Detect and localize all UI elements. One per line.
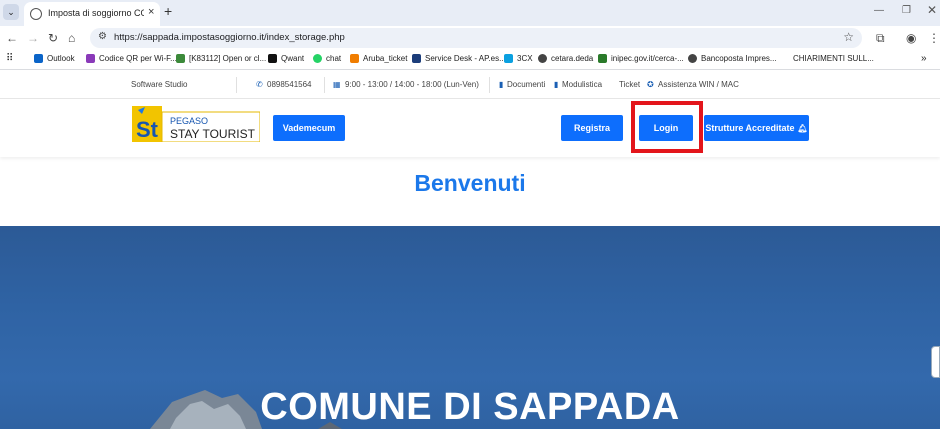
menu-icon[interactable]: ⋮ xyxy=(928,31,940,45)
bookmark-k83112[interactable]: [K83112] Open or cl... xyxy=(176,54,266,63)
bookmark-aruba[interactable]: Aruba_ticket xyxy=(350,54,407,63)
extensions-icon[interactable]: ⧉ xyxy=(876,31,885,46)
link-assistenza[interactable]: Assistenza WIN / MAC xyxy=(658,80,739,89)
browser-toolbar: ← → ↻ ⌂ ⚙ https://sappada.impostasoggior… xyxy=(0,26,940,50)
phone-icon: ✆ xyxy=(256,80,263,89)
aruba-icon xyxy=(350,54,359,63)
browser-tab[interactable]: Imposta di soggiorno COMUNE × xyxy=(24,2,160,26)
address-bar[interactable]: ⚙ https://sappada.impostasoggiorno.it/in… xyxy=(90,28,862,48)
reload-icon[interactable]: ↻ xyxy=(48,31,58,45)
bookmark-chat[interactable]: chat xyxy=(313,54,341,63)
document-icon: ▮ xyxy=(554,80,559,89)
calendar-icon: ▦ xyxy=(333,80,341,89)
company-name: Software Studio xyxy=(131,80,188,89)
svg-text:St: St xyxy=(136,117,159,142)
bookmark-bancoposta[interactable]: Bancoposta Impres... xyxy=(688,54,777,63)
bookmark-inipec[interactable]: inipec.gov.it/cerca-... xyxy=(598,54,684,63)
registra-button[interactable]: Registra xyxy=(561,115,623,141)
whatsapp-icon xyxy=(313,54,322,63)
outlook-icon xyxy=(34,54,43,63)
link-modulistica[interactable]: Modulistica xyxy=(562,80,602,89)
link-documenti[interactable]: Documenti xyxy=(507,80,545,89)
document-icon: ▮ xyxy=(499,80,504,89)
browser-tabstrip: ⌄ Imposta di soggiorno COMUNE × + — ❐ ✕ xyxy=(0,0,940,26)
qwant-icon xyxy=(268,54,277,63)
more-bookmarks-icon[interactable]: » xyxy=(921,53,927,64)
restore-icon[interactable]: ❐ xyxy=(902,5,911,16)
strutture-accreditate-button[interactable]: Strutture Accreditate 🔔︎ xyxy=(704,115,809,141)
bookmark-qwant[interactable]: Qwant xyxy=(268,54,304,63)
service-desk-icon xyxy=(412,54,421,63)
minimize-icon[interactable]: — xyxy=(874,5,884,16)
ticket-icon xyxy=(176,54,185,63)
accessibility-widget-icon[interactable] xyxy=(931,346,940,378)
url-text[interactable]: https://sappada.impostasoggiorno.it/inde… xyxy=(114,32,345,43)
globe-icon xyxy=(688,54,697,63)
home-icon[interactable]: ⌂ xyxy=(68,31,75,45)
tab-search-chevron-icon[interactable]: ⌄ xyxy=(3,4,19,20)
welcome-heading: Benvenuti xyxy=(414,170,526,196)
phone-number[interactable]: 0898541564 xyxy=(267,80,312,89)
vademecum-button[interactable]: Vademecum xyxy=(273,115,345,141)
bookmark-outlook[interactable]: Outlook xyxy=(34,54,75,63)
bookmark-qr[interactable]: Codice QR per Wi-F... xyxy=(86,54,177,63)
bookmark-service-desk[interactable]: Service Desk - AP.es... xyxy=(412,54,506,63)
support-icon: ✪ xyxy=(647,80,654,89)
back-icon[interactable]: ← xyxy=(6,31,18,45)
svg-text:PEGASO: PEGASO xyxy=(170,116,208,126)
svg-text:STAY TOURIST: STAY TOURIST xyxy=(170,127,256,141)
site-header: St PEGASO STAY TOURIST Vademecum Registr… xyxy=(0,99,940,157)
close-window-icon[interactable]: ✕ xyxy=(927,3,937,17)
login-highlight-box xyxy=(631,101,703,153)
bookmark-chiarimenti[interactable]: CHIARIMENTI SULL... xyxy=(793,54,874,63)
hero-title: COMUNE DI SAPPADA xyxy=(260,386,680,428)
inipec-icon xyxy=(598,54,607,63)
strutture-label: Strutture Accreditate xyxy=(705,123,795,133)
site-topbar: Software Studio ✆ 0898541564 ▦ 9:00 - 13… xyxy=(0,71,940,99)
apps-grid-icon[interactable]: ⠿ xyxy=(6,53,13,64)
hero-banner: COMUNE DI SAPPADA xyxy=(0,226,940,429)
divider xyxy=(489,77,490,93)
link-ticket[interactable]: Ticket xyxy=(619,80,640,89)
bookmark-cetara[interactable]: cetara.deda xyxy=(538,54,593,63)
office-hours: 9:00 - 13:00 / 14:00 - 18:00 (Lun-Ven) xyxy=(345,80,479,89)
logo-graphic: St PEGASO STAY TOURIST xyxy=(132,106,261,143)
site-info-icon[interactable]: ⚙ xyxy=(98,31,107,42)
globe-icon xyxy=(30,8,42,20)
tab-close-icon[interactable]: × xyxy=(148,6,154,18)
new-tab-icon[interactable]: + xyxy=(164,3,172,19)
pegaso-stay-tourist-logo[interactable]: St PEGASO STAY TOURIST xyxy=(132,106,261,143)
bookmarks-bar: ⠿ Outlook Codice QR per Wi-F... [K83112]… xyxy=(0,50,940,70)
3cx-icon xyxy=(504,54,513,63)
bookmark-star-icon[interactable]: ☆ xyxy=(843,30,854,44)
bell-icon: 🔔︎ xyxy=(797,123,808,133)
qr-icon xyxy=(86,54,95,63)
divider xyxy=(324,77,325,93)
divider xyxy=(236,77,237,93)
bookmark-3cx[interactable]: 3CX xyxy=(504,54,533,63)
globe-icon xyxy=(538,54,547,63)
forward-icon[interactable]: → xyxy=(27,31,39,45)
profile-icon[interactable]: ◉ xyxy=(906,31,916,45)
tab-title: Imposta di soggiorno COMUNE xyxy=(48,8,144,18)
